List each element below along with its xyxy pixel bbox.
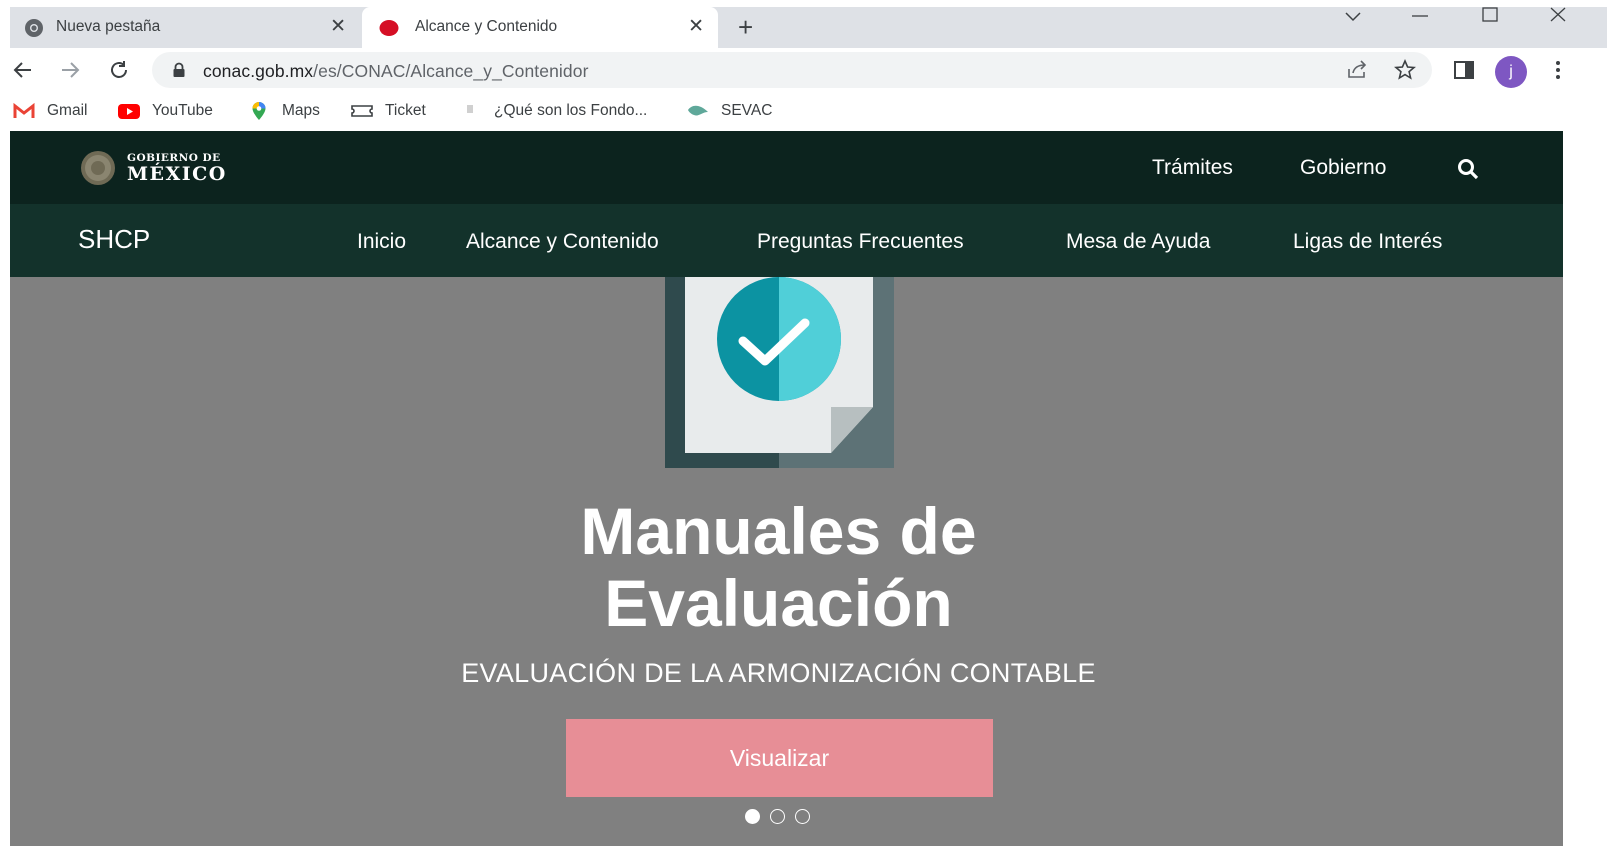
hero-title-line2: Evaluación xyxy=(604,566,953,640)
bookmark-gmail[interactable]: Gmail xyxy=(13,100,87,122)
new-tab-button[interactable]: + xyxy=(738,13,753,41)
bookmark-label: SEVAC xyxy=(721,102,773,119)
bookmark-label: Ticket xyxy=(385,102,426,119)
profile-avatar[interactable]: j xyxy=(1495,56,1527,88)
side-panel-icon[interactable] xyxy=(1452,58,1476,82)
address-bar[interactable]: conac.gob.mx/es/CONAC/Alcance_y_Contenid… xyxy=(152,52,1432,88)
maximize-icon[interactable] xyxy=(1478,7,1502,37)
page-icon xyxy=(467,105,473,113)
site-favicon-icon xyxy=(379,20,399,36)
close-tab-icon[interactable]: ✕ xyxy=(330,16,346,38)
webpage: GOBIERNO DE MÉXICO Trámites Gobierno SHC… xyxy=(10,131,1563,846)
more-menu-icon[interactable] xyxy=(1548,58,1564,82)
bookmark-label: Maps xyxy=(282,102,320,119)
logo-line2: MÉXICO xyxy=(127,163,227,185)
bookmarks-bar: Gmail YouTube Maps Ticket ¿Qué son los F… xyxy=(0,92,1607,130)
browser-toolbar: conac.gob.mx/es/CONAC/Alcance_y_Contenid… xyxy=(0,48,1607,92)
link-gobierno[interactable]: Gobierno xyxy=(1300,156,1386,180)
nav-alcance-contenido[interactable]: Alcance y Contenido xyxy=(466,230,659,254)
minimize-icon[interactable] xyxy=(1408,7,1432,37)
tab-search-icon[interactable] xyxy=(1342,7,1364,37)
bookmark-ticket[interactable]: Ticket xyxy=(351,100,426,122)
tab-title: Alcance y Contenido xyxy=(415,18,558,35)
sevac-icon xyxy=(688,105,708,116)
brand-shcp[interactable]: SHCP xyxy=(78,224,150,255)
gobierno-header: GOBIERNO DE MÉXICO Trámites Gobierno xyxy=(10,131,1563,204)
carousel-indicators xyxy=(745,809,820,825)
carousel-dot-1[interactable] xyxy=(745,809,760,824)
hero-title-line1: Manuales de xyxy=(580,494,977,568)
nav-inicio[interactable]: Inicio xyxy=(357,230,406,254)
nav-mesa-de-ayuda[interactable]: Mesa de Ayuda xyxy=(1066,230,1210,254)
site-navbar: SHCP Inicio Alcance y Contenido Pregunta… xyxy=(10,204,1563,277)
bookmark-label: Gmail xyxy=(47,102,88,119)
bookmark-sevac[interactable]: SEVAC xyxy=(687,100,772,122)
hero-subtitle: EVALUACIÓN DE LA ARMONIZACIÓN CONTABLE xyxy=(461,658,1096,688)
gmail-icon xyxy=(13,102,35,118)
tab-alcance-contenido[interactable]: Alcance y Contenido ✕ xyxy=(362,7,718,48)
nav-ligas-de-interes[interactable]: Ligas de Interés xyxy=(1293,230,1442,254)
document-check-icon xyxy=(665,277,894,468)
nav-preguntas-frecuentes[interactable]: Preguntas Frecuentes xyxy=(757,230,964,254)
gobierno-logo-text: GOBIERNO DE MÉXICO xyxy=(127,152,227,184)
close-window-icon[interactable] xyxy=(1546,7,1570,37)
carousel-dot-3[interactable] xyxy=(795,809,810,824)
bookmark-label: YouTube xyxy=(152,102,213,119)
bookmark-star-icon[interactable] xyxy=(1393,58,1417,82)
chrome-icon xyxy=(25,19,43,37)
lock-icon xyxy=(173,62,185,77)
tab-nueva-pestana[interactable]: Nueva pestaña ✕ xyxy=(10,7,360,48)
close-tab-icon[interactable]: ✕ xyxy=(688,16,704,38)
ticket-icon xyxy=(351,105,373,117)
forward-icon[interactable] xyxy=(58,58,82,82)
url-host: conac.gob.mx xyxy=(203,61,314,81)
tab-strip: Nueva pestaña ✕ Alcance y Contenido ✕ + xyxy=(10,7,1607,48)
maps-icon xyxy=(252,102,266,120)
visualizar-button[interactable]: Visualizar xyxy=(566,719,993,797)
search-icon[interactable] xyxy=(1456,157,1480,181)
bookmark-maps[interactable]: Maps xyxy=(248,100,320,122)
mexico-seal-icon xyxy=(81,151,115,185)
youtube-icon xyxy=(118,104,140,119)
carousel-dot-2[interactable] xyxy=(770,809,785,824)
share-icon[interactable] xyxy=(1345,58,1369,82)
bookmark-label: ¿Qué son los Fondo... xyxy=(494,102,648,119)
hero-title: Manuales de Evaluación xyxy=(10,495,1547,639)
gobierno-logo[interactable]: GOBIERNO DE MÉXICO xyxy=(77,149,227,187)
link-tramites[interactable]: Trámites xyxy=(1152,156,1233,180)
url-text: conac.gob.mx/es/CONAC/Alcance_y_Contenid… xyxy=(203,61,589,82)
bookmark-youtube[interactable]: YouTube xyxy=(118,100,213,122)
url-path: /es/CONAC/Alcance_y_Contenidor xyxy=(313,61,589,81)
reload-icon[interactable] xyxy=(107,58,131,82)
back-icon[interactable] xyxy=(11,58,35,82)
tab-title: Nueva pestaña xyxy=(56,18,161,35)
bookmark-fondos[interactable]: ¿Qué son los Fondo... xyxy=(460,100,647,122)
